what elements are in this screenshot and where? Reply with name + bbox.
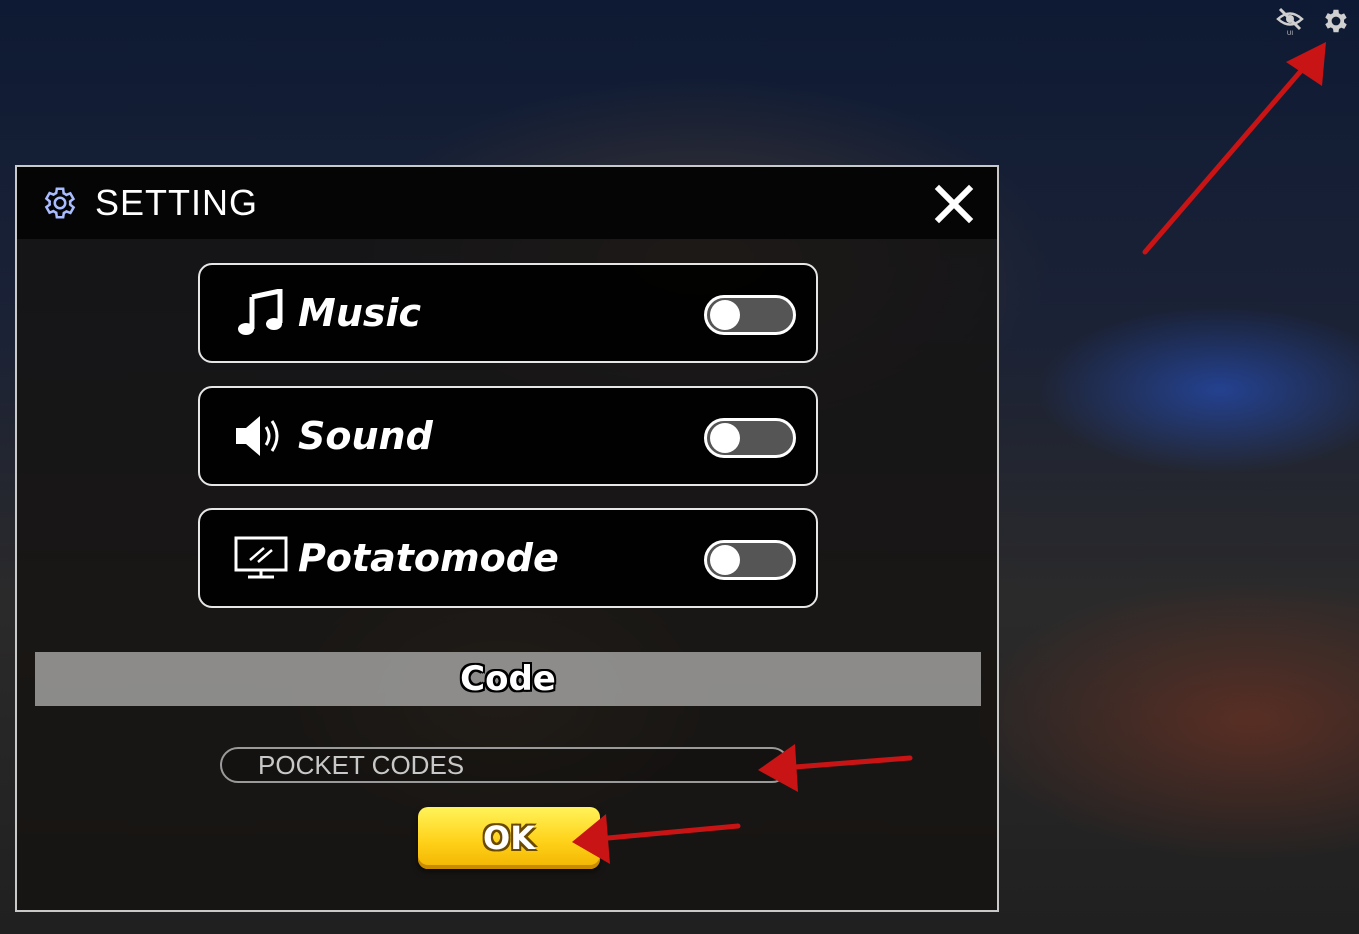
close-icon[interactable] bbox=[933, 183, 975, 225]
option-label-music: Music bbox=[298, 291, 422, 335]
settings-button[interactable] bbox=[1319, 4, 1353, 38]
ok-button-label: OK bbox=[483, 819, 535, 857]
hide-ui-caption: UI bbox=[1287, 31, 1293, 36]
option-potatomode: Potatomode bbox=[198, 508, 818, 608]
toggle-knob bbox=[710, 423, 740, 453]
gear-outline-icon bbox=[44, 187, 76, 219]
option-music: Music bbox=[198, 263, 818, 363]
code-section-title: Code bbox=[460, 659, 556, 699]
settings-header: SETTING bbox=[17, 167, 997, 239]
settings-panel: SETTING Music Sound Potatomode Code POCK… bbox=[15, 165, 999, 912]
toggle-knob bbox=[710, 545, 740, 575]
music-note-icon bbox=[234, 288, 288, 338]
gear-icon bbox=[1325, 9, 1347, 33]
option-label-potatomode: Potatomode bbox=[298, 536, 559, 580]
code-input[interactable] bbox=[220, 747, 790, 783]
option-sound: Sound bbox=[198, 386, 818, 486]
sound-toggle[interactable] bbox=[704, 418, 796, 458]
speaker-icon bbox=[234, 411, 288, 461]
annotation-arrow-settings bbox=[1142, 42, 1326, 255]
top-hud: UI bbox=[1273, 4, 1353, 38]
ok-button[interactable]: OK bbox=[418, 807, 600, 869]
eye-slash-icon: UI bbox=[1276, 7, 1304, 36]
code-section-header: Code bbox=[35, 652, 981, 706]
option-label-sound: Sound bbox=[298, 414, 433, 458]
monitor-icon bbox=[234, 533, 288, 583]
panel-title: SETTING bbox=[95, 182, 259, 223]
potatomode-toggle[interactable] bbox=[704, 540, 796, 580]
music-toggle[interactable] bbox=[704, 295, 796, 335]
hide-ui-button[interactable]: UI bbox=[1273, 4, 1307, 38]
toggle-knob bbox=[710, 300, 740, 330]
